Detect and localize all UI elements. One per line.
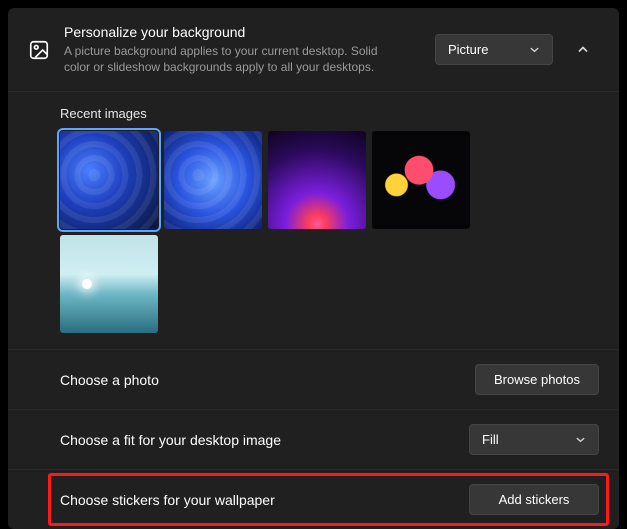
choose-stickers-label: Choose stickers for your wallpaper xyxy=(60,492,275,508)
add-stickers-button[interactable]: Add stickers xyxy=(469,484,599,515)
recent-image-thumb[interactable] xyxy=(60,131,158,229)
choose-photo-row: Choose a photo Browse photos xyxy=(8,349,619,409)
collapse-button[interactable] xyxy=(567,34,599,66)
picture-icon xyxy=(28,39,50,61)
choose-fit-row: Choose a fit for your desktop image Fill xyxy=(8,409,619,469)
recent-image-thumb[interactable] xyxy=(372,131,470,229)
fit-value: Fill xyxy=(482,432,499,447)
header-title: Personalize your background xyxy=(64,24,421,40)
background-type-select[interactable]: Picture xyxy=(435,34,553,65)
choose-stickers-row: Choose stickers for your wallpaper Add s… xyxy=(8,469,619,529)
browse-photos-button[interactable]: Browse photos xyxy=(475,364,599,395)
recent-images-label: Recent images xyxy=(8,92,619,131)
fit-select[interactable]: Fill xyxy=(469,424,599,455)
choose-photo-label: Choose a photo xyxy=(60,372,159,388)
header-text: Personalize your background A picture ba… xyxy=(64,24,421,75)
personalize-background-header[interactable]: Personalize your background A picture ba… xyxy=(8,8,619,92)
recent-images-grid xyxy=(8,131,619,349)
choose-fit-label: Choose a fit for your desktop image xyxy=(60,432,281,448)
recent-image-thumb[interactable] xyxy=(60,235,158,333)
chevron-up-icon xyxy=(577,44,589,56)
background-settings-panel: Personalize your background A picture ba… xyxy=(8,8,619,529)
chevron-down-icon xyxy=(574,434,586,446)
recent-image-thumb[interactable] xyxy=(164,131,262,229)
recent-image-thumb[interactable] xyxy=(268,131,366,229)
background-type-value: Picture xyxy=(448,42,488,57)
header-subtitle: A picture background applies to your cur… xyxy=(64,43,404,75)
chevron-down-icon xyxy=(528,44,540,56)
